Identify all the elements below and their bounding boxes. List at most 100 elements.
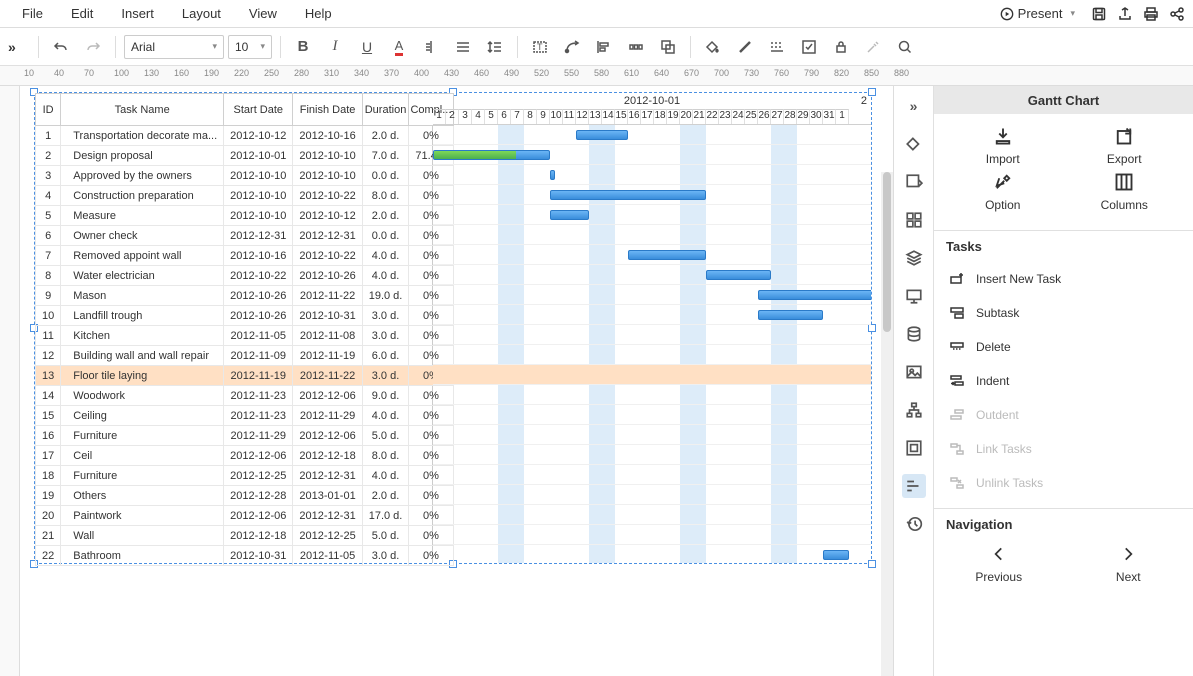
delete-task-button[interactable]: Delete (942, 330, 1185, 364)
menu-item-view[interactable]: View (235, 2, 291, 25)
present-button[interactable]: Present ▾ (994, 4, 1081, 23)
italic-button[interactable]: I (321, 33, 349, 61)
frame-panel-icon[interactable] (902, 436, 926, 460)
table-row[interactable]: 17Ceil2012-12-062012-12-188.0 d.0% (36, 446, 454, 466)
menu-item-layout[interactable]: Layout (168, 2, 235, 25)
table-row[interactable]: 20Paintwork2012-12-062012-12-3117.0 d.0% (36, 506, 454, 526)
column-header[interactable]: ID (36, 94, 61, 126)
table-row[interactable]: 11Kitchen2012-11-052012-11-083.0 d.0% (36, 326, 454, 346)
table-row[interactable]: 16Furniture2012-11-292012-12-065.0 d.0% (36, 426, 454, 446)
gantt-bar[interactable] (550, 170, 555, 180)
table-row[interactable]: 3Approved by the owners2012-10-102012-10… (36, 166, 454, 186)
gantt-bar[interactable] (433, 150, 550, 160)
table-row[interactable]: 14Woodwork2012-11-232012-12-069.0 d.0% (36, 386, 454, 406)
save-icon[interactable] (1091, 6, 1107, 22)
gantt-timeline[interactable]: 2012-10-01 2 123456789101112131415161718… (433, 93, 871, 563)
text-align-h-button[interactable] (417, 33, 445, 61)
gantt-panel-icon[interactable] (902, 474, 926, 498)
shape-panel-icon[interactable] (902, 170, 926, 194)
canvas[interactable]: IDTask NameStart DateFinish DateDuration… (20, 86, 893, 676)
menu-item-help[interactable]: Help (291, 2, 346, 25)
align-button[interactable] (590, 33, 618, 61)
menu-item-edit[interactable]: Edit (57, 2, 107, 25)
option-button[interactable]: Option (963, 172, 1043, 212)
share-icon[interactable] (1169, 6, 1185, 22)
connector-button[interactable] (558, 33, 586, 61)
group-button[interactable] (654, 33, 682, 61)
table-row[interactable]: 18Furniture2012-12-252012-12-314.0 d.0% (36, 466, 454, 486)
font-color-button[interactable]: A (385, 33, 413, 61)
table-row[interactable]: 2Design proposal2012-10-012012-10-107.0 … (36, 146, 454, 166)
column-header[interactable]: Task Name (61, 94, 224, 126)
gantt-bar[interactable] (576, 130, 628, 140)
vertical-scrollbar[interactable] (881, 172, 893, 676)
bold-button[interactable]: B (289, 33, 317, 61)
table-row[interactable]: 9Mason2012-10-262012-11-2219.0 d.0% (36, 286, 454, 306)
table-row[interactable]: 6Owner check2012-12-312012-12-310.0 d.0% (36, 226, 454, 246)
underline-button[interactable]: U (353, 33, 381, 61)
image-panel-icon[interactable] (902, 360, 926, 384)
fill-panel-icon[interactable] (902, 132, 926, 156)
search-button[interactable] (891, 33, 919, 61)
presentation-panel-icon[interactable] (902, 284, 926, 308)
table-row[interactable]: 15Ceiling2012-11-232012-11-294.0 d.0% (36, 406, 454, 426)
table-row[interactable]: 4Construction preparation2012-10-102012-… (36, 186, 454, 206)
column-header[interactable]: Duration (362, 94, 409, 126)
text-align-v-button[interactable] (449, 33, 477, 61)
gantt-bar[interactable] (550, 210, 589, 220)
scrollbar-thumb[interactable] (883, 172, 891, 332)
grid-panel-icon[interactable] (902, 208, 926, 232)
distribute-button[interactable] (622, 33, 650, 61)
gantt-bar[interactable] (823, 550, 849, 560)
table-row[interactable]: 13Floor tile laying2012-11-192012-11-223… (36, 366, 454, 386)
menu-item-file[interactable]: File (8, 2, 57, 25)
insert-task-button[interactable]: Insert New Task (942, 262, 1185, 296)
lock-button[interactable] (827, 33, 855, 61)
gantt-bar[interactable] (758, 290, 871, 300)
undo-button[interactable] (47, 33, 75, 61)
columns-button[interactable]: Columns (1084, 172, 1164, 212)
table-row[interactable]: 8Water electrician2012-10-222012-10-264.… (36, 266, 454, 286)
previous-button[interactable]: Previous (959, 544, 1039, 584)
line-style-button[interactable] (763, 33, 791, 61)
font-family-dropdown[interactable]: Arial ▾ (124, 35, 224, 59)
layers-panel-icon[interactable] (902, 246, 926, 270)
gantt-bar[interactable] (628, 250, 706, 260)
gantt-bar[interactable] (758, 310, 823, 320)
line-color-button[interactable] (731, 33, 759, 61)
print-icon[interactable] (1143, 6, 1159, 22)
next-button[interactable]: Next (1088, 544, 1168, 584)
fill-button[interactable] (699, 33, 727, 61)
table-row[interactable]: 12Building wall and wall repair2012-11-0… (36, 346, 454, 366)
gantt-task-grid[interactable]: IDTask NameStart DateFinish DateDuration… (35, 93, 433, 563)
indent-button[interactable]: Indent (942, 364, 1185, 398)
table-row[interactable]: 10Landfill trough2012-10-262012-10-313.0… (36, 306, 454, 326)
tools-button[interactable] (859, 33, 887, 61)
subtask-button[interactable]: Subtask (942, 296, 1185, 330)
import-button[interactable]: Import (963, 126, 1043, 166)
gantt-bar[interactable] (706, 270, 771, 280)
gantt-bar[interactable] (550, 190, 706, 200)
column-header[interactable]: Start Date (224, 94, 293, 126)
table-row[interactable]: 1Transportation decorate ma...2012-10-12… (36, 126, 454, 146)
history-panel-icon[interactable] (902, 512, 926, 536)
hierarchy-panel-icon[interactable] (902, 398, 926, 422)
table-row[interactable]: 5Measure2012-10-102012-10-122.0 d.0% (36, 206, 454, 226)
checkbox-button[interactable] (795, 33, 823, 61)
collapse-panel-icon[interactable]: » (902, 94, 926, 118)
export-button[interactable]: Export (1084, 126, 1164, 166)
table-row[interactable]: 21Wall2012-12-182012-12-255.0 d.0% (36, 526, 454, 546)
gantt-chart-object[interactable]: IDTask NameStart DateFinish DateDuration… (34, 92, 872, 564)
redo-button[interactable] (79, 33, 107, 61)
menu-item-insert[interactable]: Insert (107, 2, 168, 25)
column-header[interactable]: Finish Date (293, 94, 362, 126)
line-spacing-button[interactable] (481, 33, 509, 61)
data-panel-icon[interactable] (902, 322, 926, 346)
table-row[interactable]: 19Others2012-12-282013-01-012.0 d.0% (36, 486, 454, 506)
font-size-dropdown[interactable]: 10 ▾ (228, 35, 272, 59)
text-box-button[interactable]: T (526, 33, 554, 61)
expand-toolbar-icon[interactable]: » (8, 39, 30, 55)
export-icon[interactable] (1117, 6, 1133, 22)
table-row[interactable]: 7Removed appoint wall2012-10-162012-10-2… (36, 246, 454, 266)
table-row[interactable]: 22Bathroom2012-10-312012-11-053.0 d.0% (36, 546, 454, 566)
